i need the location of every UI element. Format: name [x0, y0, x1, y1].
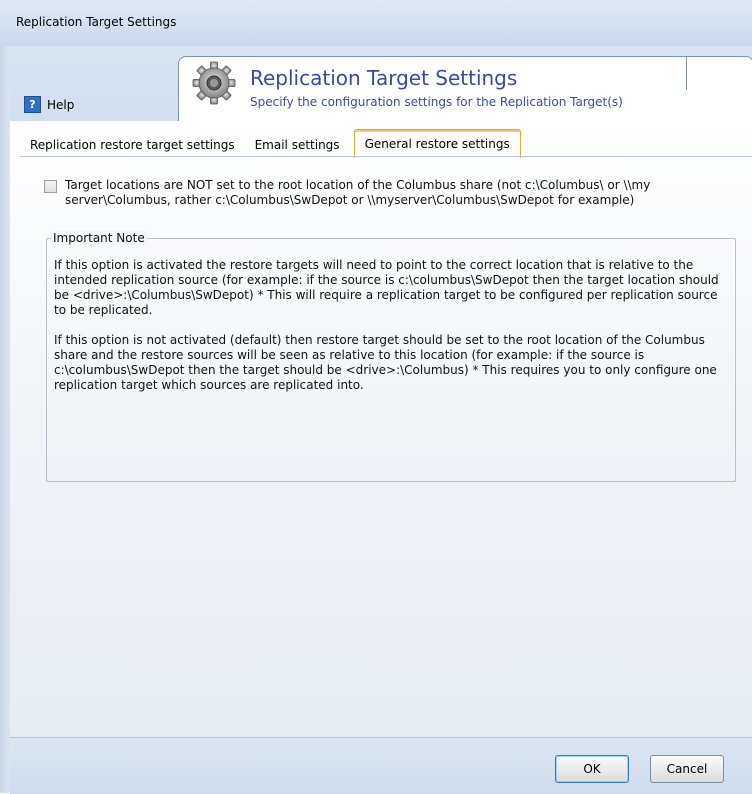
note-paragraph-2: If this option is not activated (default… [54, 333, 717, 392]
tab-general-restore-settings[interactable]: General restore settings [353, 129, 521, 158]
ok-button[interactable]: OK [555, 755, 629, 783]
tab-replication-restore-target-settings[interactable]: Replication restore target settings [20, 132, 245, 158]
tab-divider [20, 156, 752, 157]
dialog-window: Replication Target Settings ? Help Repli… [0, 0, 752, 794]
root-location-checkbox[interactable] [44, 180, 57, 193]
tab-email-settings[interactable]: Email settings [245, 132, 350, 158]
title-bar: Replication Target Settings [0, 0, 752, 47]
left-frame-edge [0, 46, 10, 793]
root-location-option: Target locations are NOT set to the root… [44, 178, 734, 208]
root-location-checkbox-label[interactable]: Target locations are NOT set to the root… [65, 178, 734, 208]
important-note-title: Important Note [51, 231, 147, 245]
header-subtitle: Specify the configuration settings for t… [250, 95, 623, 109]
header-title: Replication Target Settings [250, 66, 518, 90]
tab-strip: Replication restore target settings Emai… [20, 128, 521, 158]
note-paragraph-1: If this option is activated the restore … [54, 258, 719, 317]
help-label: Help [47, 97, 75, 112]
gear-icon [192, 61, 236, 105]
important-note-text: If this option is activated the restore … [54, 258, 722, 408]
window-title: Replication Target Settings [16, 15, 177, 29]
button-bar [10, 737, 752, 794]
cancel-button[interactable]: Cancel [650, 755, 724, 783]
question-mark-icon: ? [24, 96, 41, 113]
help-button[interactable]: ? Help [24, 96, 74, 113]
